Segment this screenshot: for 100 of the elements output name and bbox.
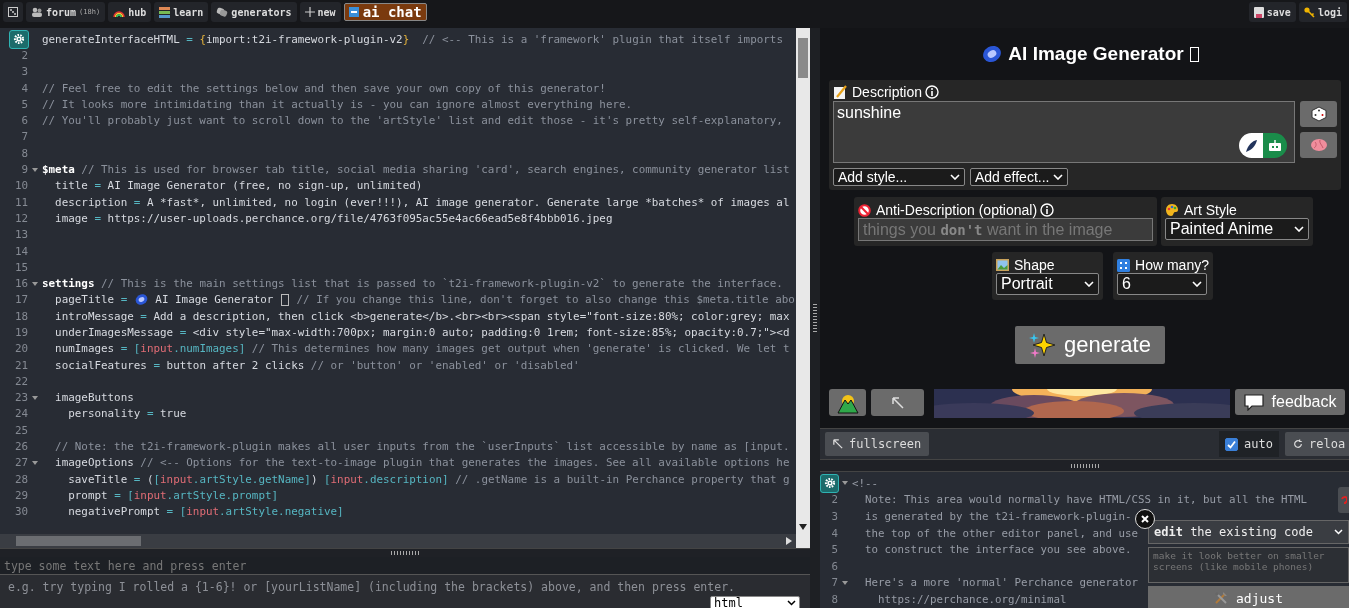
code-text: settings // This is the main settings list that is passed to `t2i-framework-plugin-v2` to generate the interface. — [42, 277, 783, 291]
toolbar-button[interactable]: logi — [1298, 2, 1347, 22]
line-number: 28 — [14, 472, 28, 486]
line-number: 21 — [14, 358, 28, 372]
checkbox[interactable] — [1225, 437, 1239, 451]
code-text: $meta // This is used for browser tab title, social media sharing 'card', search engines, community generator list — [42, 163, 790, 176]
adjust-button[interactable]: adjust — [1148, 586, 1349, 608]
expand-button[interactable] — [871, 389, 924, 416]
fold-arrow-icon[interactable] — [842, 579, 848, 586]
code-text: Note: This area would normally have HTML/CSS in it, but all the HTML — [864, 493, 1308, 507]
sparkles-icon — [1028, 331, 1057, 359]
console-input[interactable]: type some text here and press enter — [0, 557, 810, 575]
mode-select[interactable]: html — [710, 596, 800, 608]
art-style-select[interactable]: Painted Anime — [1165, 218, 1309, 240]
resize-handle[interactable] — [390, 551, 420, 555]
fold-arrow-icon[interactable] — [32, 280, 38, 287]
settings-button[interactable] — [9, 29, 29, 49]
generate-button[interactable]: generate — [1014, 326, 1165, 364]
line-number: 19 — [14, 326, 28, 339]
scrollbar-thumb[interactable] — [16, 536, 141, 546]
code-text: // Feel free to edit the settings below and then save your own copy of this generator! — [42, 81, 606, 95]
pills-icon — [216, 7, 229, 17]
robot-toggle[interactable] — [1263, 133, 1287, 158]
line-number: 7 — [831, 576, 838, 590]
line-number: 2 — [831, 493, 838, 507]
mode-select[interactable]: edit the existing code — [1148, 520, 1349, 544]
close-button[interactable] — [1135, 509, 1155, 529]
toolbar-button[interactable]: save — [1248, 2, 1296, 22]
galaxy-icon — [982, 44, 1003, 64]
arrow-icon — [891, 396, 904, 409]
settings-button[interactable] — [820, 473, 839, 493]
reload-button[interactable]: reloa — [1285, 432, 1349, 456]
galaxy-icon — [134, 293, 148, 307]
mountain-button[interactable] — [829, 389, 866, 416]
nav-link[interactable]: new — [299, 2, 341, 22]
line-number: 9 — [21, 163, 28, 176]
down-arrow-icon[interactable] — [799, 524, 807, 530]
robot-icon — [1268, 139, 1282, 152]
line-number: 30 — [14, 505, 28, 519]
line-number: 8 — [21, 146, 28, 160]
gear-icon — [823, 477, 836, 490]
fullscreen-button[interactable]: fullscreen — [825, 432, 930, 456]
description-field[interactable]: sunshine — [833, 101, 1295, 163]
info-icon[interactable] — [925, 85, 940, 99]
code-text: prompt = [input.artStyle.prompt] — [67, 488, 279, 502]
info-icon[interactable] — [1040, 203, 1055, 217]
code-text: generateInterfaceHTML = {import:t2i-framework-plugin-v2} // <-- This is a 'framework' plugin that itself imports — [42, 32, 783, 46]
nav-link[interactable]: learn — [154, 2, 209, 22]
code-text: the top of the other editor panel, and use — [864, 526, 1138, 540]
dice-button[interactable] — [3, 2, 23, 22]
chevron-down-icon — [1053, 174, 1064, 180]
code-text: introMessage = Add a description, then click <b>generate</b>.<br><br><span style="font-size:80%; color:grey; max — [54, 309, 790, 323]
instruction-field[interactable]: make it look better on smaller screens (like mobile phones) — [1148, 547, 1349, 583]
nav-link[interactable]: hub — [108, 2, 152, 22]
dice-button[interactable] — [1300, 101, 1337, 127]
code-text: https://perchance.org/minimal — [877, 592, 1067, 606]
chevron-down-icon — [787, 600, 796, 606]
code-text: // Note: the t2i-framework-plugin makes all user inputs from the `userInputs` list accessible by name as [input. — [54, 440, 790, 454]
nav-link[interactable]: generators — [211, 2, 297, 22]
plus-icon — [304, 7, 315, 17]
horizontal-scrollbar[interactable] — [0, 534, 796, 548]
feedback-button[interactable]: feedback — [1235, 389, 1345, 415]
line-number: 24 — [14, 407, 28, 421]
resize-handle[interactable] — [1069, 463, 1100, 468]
fold-arrow-icon[interactable] — [32, 459, 38, 466]
chevron-down-icon — [950, 174, 960, 180]
code-text: saveTitle = ([input.artStyle.getName]) [input.description] // .getName is a built-in Perchance property that g — [67, 472, 790, 486]
field-label: How many? — [1135, 257, 1209, 273]
code-text: imageOptions // <-- Options for the text-to-image plugin that generates the images. See all available options he — [54, 456, 790, 470]
books-icon — [159, 6, 171, 18]
code-text: pageTitle = — [54, 293, 129, 307]
line-number: 3 — [831, 510, 838, 523]
gear-icon — [13, 33, 25, 46]
code-text: // If you change this line, don't forget to also change this $meta.title abo — [295, 293, 795, 307]
fold-arrow-icon[interactable] — [842, 480, 848, 487]
code-text: is generated by the t2i-framework-plugin- — [864, 510, 1132, 523]
resize-handle[interactable] — [813, 303, 817, 333]
nav-link[interactable]: ai chat — [343, 3, 427, 21]
feather-toggle[interactable] — [1239, 133, 1263, 158]
palette-icon — [1165, 203, 1179, 217]
vertical-scrollbar[interactable] — [796, 28, 810, 548]
effect-select[interactable]: Add effect... — [970, 168, 1069, 186]
shape-select[interactable]: Portrait — [996, 273, 1100, 295]
key-icon — [1303, 6, 1315, 18]
fold-arrow-icon[interactable] — [32, 394, 38, 401]
right-arrow-icon[interactable] — [786, 537, 792, 545]
fold-arrow-icon[interactable] — [32, 166, 38, 173]
line-number: 22 — [14, 374, 28, 388]
line-number: 26 — [14, 440, 28, 454]
memo-icon — [833, 85, 847, 99]
line-number: 29 — [14, 488, 28, 502]
code-text: socialFeatures = button after 2 clicks // or 'button' or 'enabled' or 'disabled' — [54, 358, 580, 372]
field-label: Description — [852, 84, 923, 100]
scrollbar-thumb[interactable] — [798, 38, 808, 78]
line-number: 3 — [21, 65, 28, 79]
dice-icon — [1310, 106, 1327, 122]
code-text: underImagesMessage = <div style="max-width:700px; margin:0 auto; padding:0 1rem; font-size:85%; opacity:0.7;"><d — [54, 326, 790, 339]
missing-glyph-icon — [1189, 46, 1199, 62]
count-select[interactable]: 6 — [1117, 273, 1208, 295]
style-select[interactable]: Add style... — [833, 168, 965, 186]
